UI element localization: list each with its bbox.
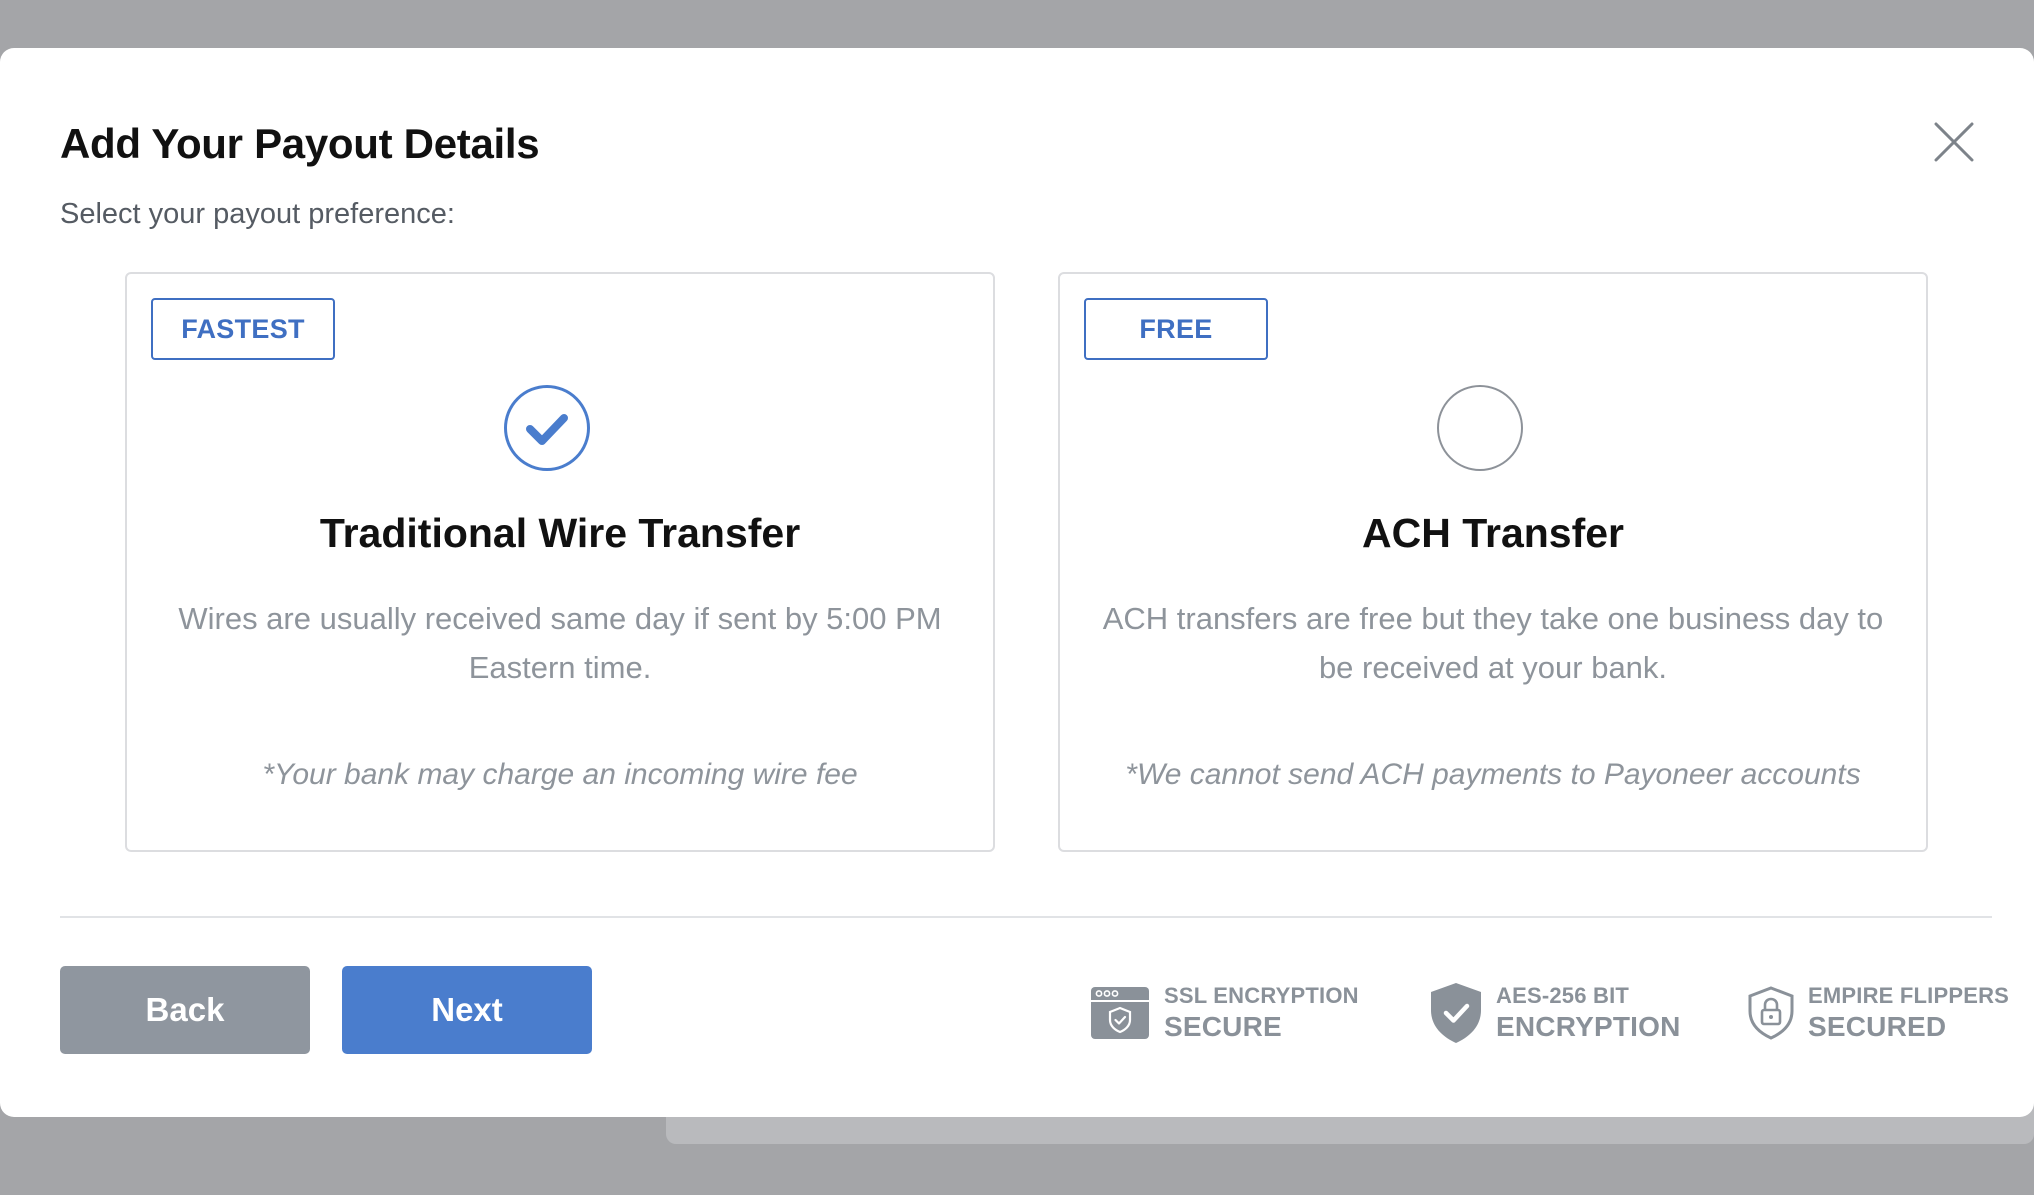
free-badge: FREE <box>1084 298 1268 360</box>
ach-transfer-radio[interactable] <box>1436 384 1524 472</box>
option-card-wire-transfer[interactable]: FASTEST Traditional Wire Transfer Wires … <box>125 272 995 852</box>
modal-title: Add Your Payout Details <box>60 120 540 167</box>
option-note: *We cannot send ACH payments to Payoneer… <box>1125 758 1861 791</box>
fastest-badge: FASTEST <box>151 298 335 360</box>
shield-check-icon <box>1431 983 1481 1043</box>
shield-lock-icon <box>1748 986 1794 1040</box>
option-title: Traditional Wire Transfer <box>319 510 801 556</box>
option-description: ACH transfers are free but they take one… <box>1102 601 1884 685</box>
security-label: AES-256 BIT <box>1496 983 1630 1008</box>
payout-preference-prompt: Select your payout preference: <box>60 198 455 230</box>
option-description: Wires are usually received same day if s… <box>178 601 942 685</box>
back-button[interactable]: Back <box>60 966 310 1054</box>
security-label: EMPIRE FLIPPERS <box>1808 983 2010 1008</box>
wire-transfer-radio[interactable] <box>503 384 591 472</box>
ssl-security-badge: SSL ENCRYPTION SECURE <box>1090 978 1359 1048</box>
browser-shield-icon <box>1091 987 1149 1039</box>
checkmark-icon <box>504 385 590 471</box>
next-button[interactable]: Next <box>342 966 592 1054</box>
option-title: ACH Transfer <box>1361 510 1624 556</box>
aes-security-badge: AES-256 BIT ENCRYPTION <box>1430 978 1681 1048</box>
security-value: SECURED <box>1808 1011 1947 1042</box>
empire-flippers-security-badge: EMPIRE FLIPPERS SECURED <box>1748 978 2009 1048</box>
security-label: SSL ENCRYPTION <box>1164 983 1359 1008</box>
option-card-ach-transfer[interactable]: FREE ACH Transfer ACH transfers are free… <box>1058 272 1928 852</box>
footer-divider <box>60 916 1992 918</box>
security-value: ENCRYPTION <box>1496 1011 1681 1042</box>
option-note: *Your bank may charge an incoming wire f… <box>262 758 858 791</box>
empty-radio-icon <box>1437 385 1523 471</box>
security-value: SECURE <box>1164 1011 1282 1042</box>
close-button[interactable] <box>1930 118 1978 166</box>
payout-details-modal: Add Your Payout Details Select your payo… <box>0 48 2034 1117</box>
close-icon <box>1934 122 1974 162</box>
